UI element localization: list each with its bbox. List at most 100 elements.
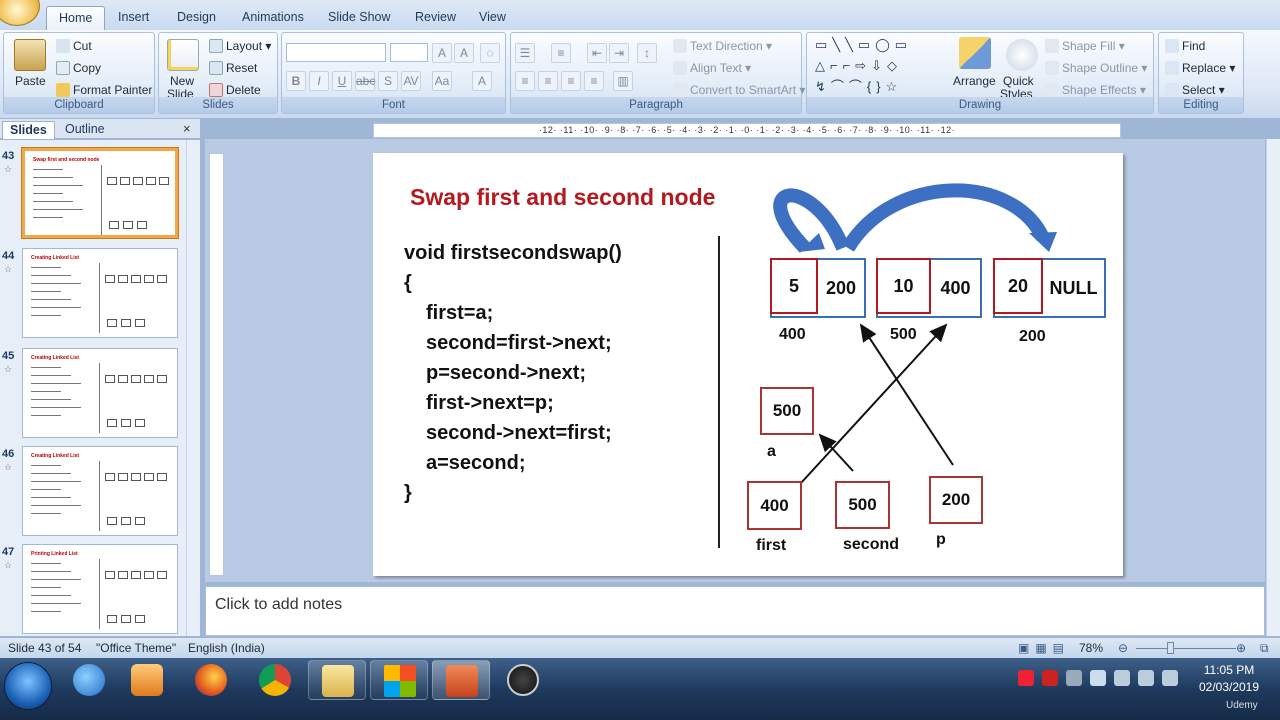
taskbar-explorer[interactable] [308, 660, 366, 700]
paste-button[interactable]: Paste [15, 73, 46, 89]
slide-scrollbar[interactable] [1266, 139, 1280, 636]
format-painter-button[interactable]: Format Painter [56, 82, 152, 98]
strikethrough-button[interactable]: abc [355, 71, 375, 91]
align-left-button[interactable]: ≡ [515, 71, 535, 91]
bold-button[interactable]: B [286, 71, 306, 91]
shape-effects-button[interactable]: Shape Effects ▾ [1045, 82, 1146, 98]
tab-slides-panel[interactable]: Slides [2, 121, 55, 139]
tab-animations[interactable]: Animations [230, 6, 316, 30]
font-name-combo[interactable] [286, 43, 386, 62]
p-pointer-arrow[interactable] [859, 323, 954, 466]
taskbar-media-player[interactable] [118, 660, 176, 700]
delete-button[interactable]: Delete [209, 82, 261, 98]
network-icon[interactable] [1162, 670, 1178, 686]
italic-button[interactable]: I [309, 71, 329, 91]
taskbar-powerpoint[interactable] [432, 660, 490, 700]
shapes-gallery-row3[interactable]: ↯⌒⌒{}☆ [815, 79, 902, 95]
close-pane-icon[interactable]: × [183, 121, 191, 136]
animation-star-icon[interactable]: ☆ [4, 264, 12, 275]
slide-thumbnail[interactable]: Creating Linked List [22, 348, 178, 438]
tab-slide-show[interactable]: Slide Show [316, 6, 403, 30]
tab-design[interactable]: Design [165, 6, 228, 30]
taskbar-obs[interactable] [494, 660, 552, 700]
justify-button[interactable]: ≡ [584, 71, 604, 91]
taskbar-ie[interactable] [60, 660, 118, 700]
arrange-button[interactable]: Arrange [953, 73, 996, 89]
zoom-slider[interactable] [1136, 648, 1236, 649]
line-spacing-button[interactable]: ↕ [637, 43, 657, 63]
grow-font-button[interactable]: A [432, 43, 452, 63]
linked-list-node-3[interactable]: 20 NULL [993, 258, 1106, 318]
node-1-address[interactable]: 400 [779, 326, 806, 344]
office-button[interactable] [0, 0, 40, 26]
taskbar-chrome[interactable] [246, 660, 304, 700]
tab-review[interactable]: Review [403, 6, 468, 30]
pointer-first-label[interactable]: first [756, 537, 786, 555]
taskbar-office[interactable] [370, 660, 428, 700]
tab-outline-panel[interactable]: Outline [58, 121, 112, 139]
slide-thumbnail[interactable]: Creating Linked List [22, 446, 178, 536]
slide-canvas[interactable]: Swap first and second node void firstsec… [373, 153, 1123, 576]
change-case-button[interactable]: Aa [432, 71, 452, 91]
select-button[interactable]: Select ▾ [1165, 82, 1225, 98]
shape-fill-button[interactable]: Shape Fill ▾ [1045, 38, 1125, 54]
clear-format-button[interactable]: ◌ [480, 43, 500, 63]
start-button[interactable] [4, 662, 52, 710]
find-button[interactable]: Find [1165, 38, 1205, 54]
numbering-button[interactable]: ≡ [551, 43, 571, 63]
cut-button[interactable]: Cut [56, 38, 92, 54]
font-size-combo[interactable] [390, 43, 428, 62]
reset-button[interactable]: Reset [209, 60, 257, 76]
layout-button[interactable]: Layout ▾ [209, 38, 271, 54]
language-indicator[interactable]: English (India) [188, 641, 265, 655]
animation-star-icon[interactable]: ☆ [4, 462, 12, 473]
shadow-button[interactable]: S [378, 71, 398, 91]
pointer-second-label[interactable]: second [843, 536, 899, 554]
tab-home[interactable]: Home [46, 6, 106, 30]
slide-thumbnail[interactable]: Creating Linked List [22, 248, 178, 338]
tray-search-icon[interactable] [1042, 670, 1058, 686]
decrease-indent-button[interactable]: ⇤ [587, 43, 607, 63]
pointer-a-box[interactable]: 500 [760, 387, 814, 435]
curved-arrow-first-to-third[interactable] [842, 183, 1050, 252]
volume-icon[interactable] [1066, 670, 1082, 686]
columns-button[interactable]: ▥ [613, 71, 633, 91]
first-pointer-arrow[interactable] [800, 323, 948, 484]
tab-insert[interactable]: Insert [106, 6, 161, 30]
align-right-button[interactable]: ≡ [561, 71, 581, 91]
zoom-out-icon[interactable]: ⊖ [1118, 641, 1128, 655]
fit-slide-icon[interactable]: ⧉ [1260, 641, 1269, 656]
linked-list-node-1[interactable]: 5 200 [770, 258, 866, 318]
text-direction-button[interactable]: Text Direction ▾ [673, 38, 772, 54]
thumbnail-scrollbar[interactable] [186, 140, 200, 636]
tray-flag-icon[interactable] [1090, 670, 1106, 686]
pointer-second-box[interactable]: 500 [835, 481, 890, 529]
zoom-in-icon[interactable]: ⊕ [1236, 641, 1246, 655]
convert-smartart-button[interactable]: Convert to SmartArt ▾ [673, 82, 805, 98]
zoom-slider-thumb[interactable] [1167, 642, 1174, 654]
shrink-font-button[interactable]: A [454, 43, 474, 63]
align-text-button[interactable]: Align Text ▾ [673, 60, 751, 76]
bullets-button[interactable]: ☰ [515, 43, 535, 63]
animation-star-icon[interactable]: ☆ [4, 164, 12, 175]
replace-button[interactable]: Replace ▾ [1165, 60, 1235, 76]
pointer-a-label[interactable]: a [767, 443, 776, 461]
tray-device-icon[interactable] [1114, 670, 1130, 686]
align-center-button[interactable]: ≡ [538, 71, 558, 91]
animation-star-icon[interactable]: ☆ [4, 560, 12, 571]
shape-outline-button[interactable]: Shape Outline ▾ [1045, 60, 1147, 76]
tab-view[interactable]: View [467, 6, 518, 30]
taskbar-firefox[interactable] [182, 660, 240, 700]
slide-thumbnail[interactable]: Swap first and second node [22, 148, 178, 238]
speaker-icon[interactable] [1138, 670, 1154, 686]
system-clock[interactable]: 11:05 PM 02/03/2019 [1190, 662, 1268, 696]
node-3-address[interactable]: 200 [1019, 328, 1046, 346]
tray-app-icon[interactable] [1018, 670, 1034, 686]
pointer-first-box[interactable]: 400 [747, 481, 802, 530]
view-buttons[interactable]: ▣▦▤ [1018, 641, 1070, 655]
zoom-level[interactable]: 78% [1079, 641, 1103, 655]
copy-button[interactable]: Copy [56, 60, 101, 76]
pointer-p-box[interactable]: 200 [929, 476, 983, 524]
linked-list-node-2[interactable]: 10 400 [876, 258, 982, 318]
font-color-button[interactable]: A [472, 71, 492, 91]
